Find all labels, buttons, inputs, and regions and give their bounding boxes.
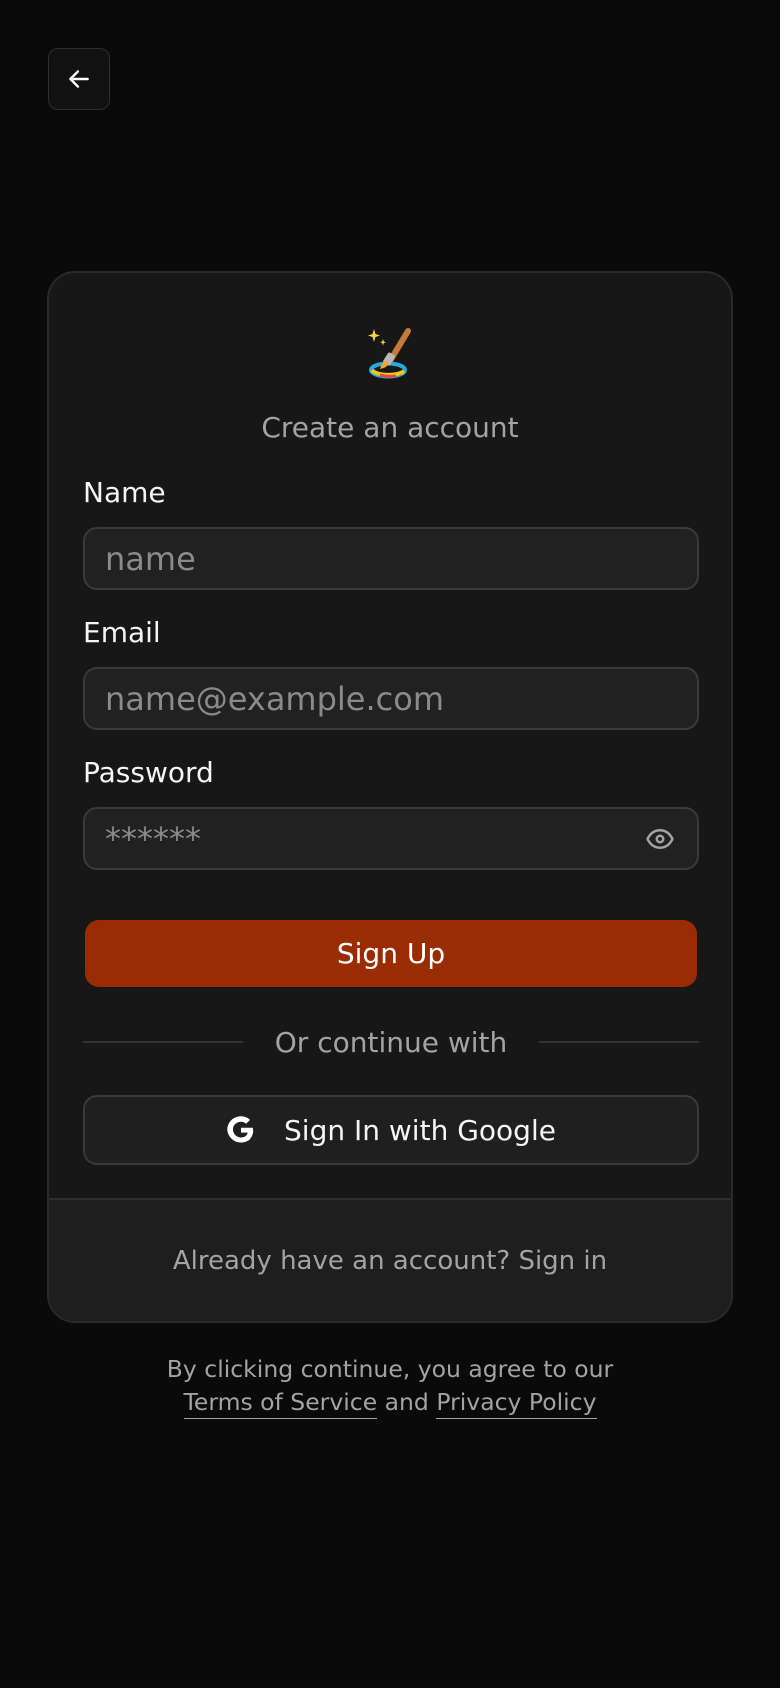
privacy-policy-link[interactable]: Privacy Policy (436, 1388, 597, 1419)
sign-in-link[interactable]: Already have an account? Sign in (173, 1246, 607, 1276)
eye-icon[interactable] (645, 824, 675, 854)
back-button[interactable] (48, 48, 110, 110)
name-placeholder: name (105, 539, 196, 578)
name-input[interactable]: name (83, 527, 699, 590)
card-footer: Already have an account? Sign in (49, 1198, 731, 1321)
terms-of-service-link[interactable]: Terms of Service (183, 1388, 378, 1419)
divider-text: Or continue with (274, 1025, 508, 1059)
paintbrush-sparkles-icon (49, 325, 731, 381)
google-icon (226, 1115, 256, 1145)
email-label: Email (83, 616, 161, 649)
legal-prefix: By clicking continue, you agree to our (166, 1355, 614, 1383)
email-placeholder: name@example.com (105, 679, 444, 718)
legal-notice: By clicking continue, you agree to our T… (0, 1353, 780, 1419)
arrow-left-icon (66, 66, 92, 92)
password-label: Password (83, 756, 214, 789)
google-sign-in-button[interactable]: Sign In with Google (83, 1095, 699, 1165)
name-label: Name (83, 476, 166, 509)
divider-line-left (83, 1041, 243, 1043)
sign-up-button[interactable]: Sign Up (85, 920, 697, 987)
page-title: Create an account (261, 411, 519, 444)
legal-conjunction: and (384, 1388, 429, 1416)
divider-line-right (539, 1041, 700, 1043)
password-placeholder: ****** (105, 819, 201, 858)
google-button-label: Sign In with Google (284, 1113, 556, 1147)
or-continue-divider: Or continue with (83, 1024, 700, 1060)
email-input[interactable]: name@example.com (83, 667, 699, 730)
password-input[interactable]: ****** (83, 807, 699, 870)
signup-card: Create an account Name name Email name@e… (47, 271, 733, 1323)
